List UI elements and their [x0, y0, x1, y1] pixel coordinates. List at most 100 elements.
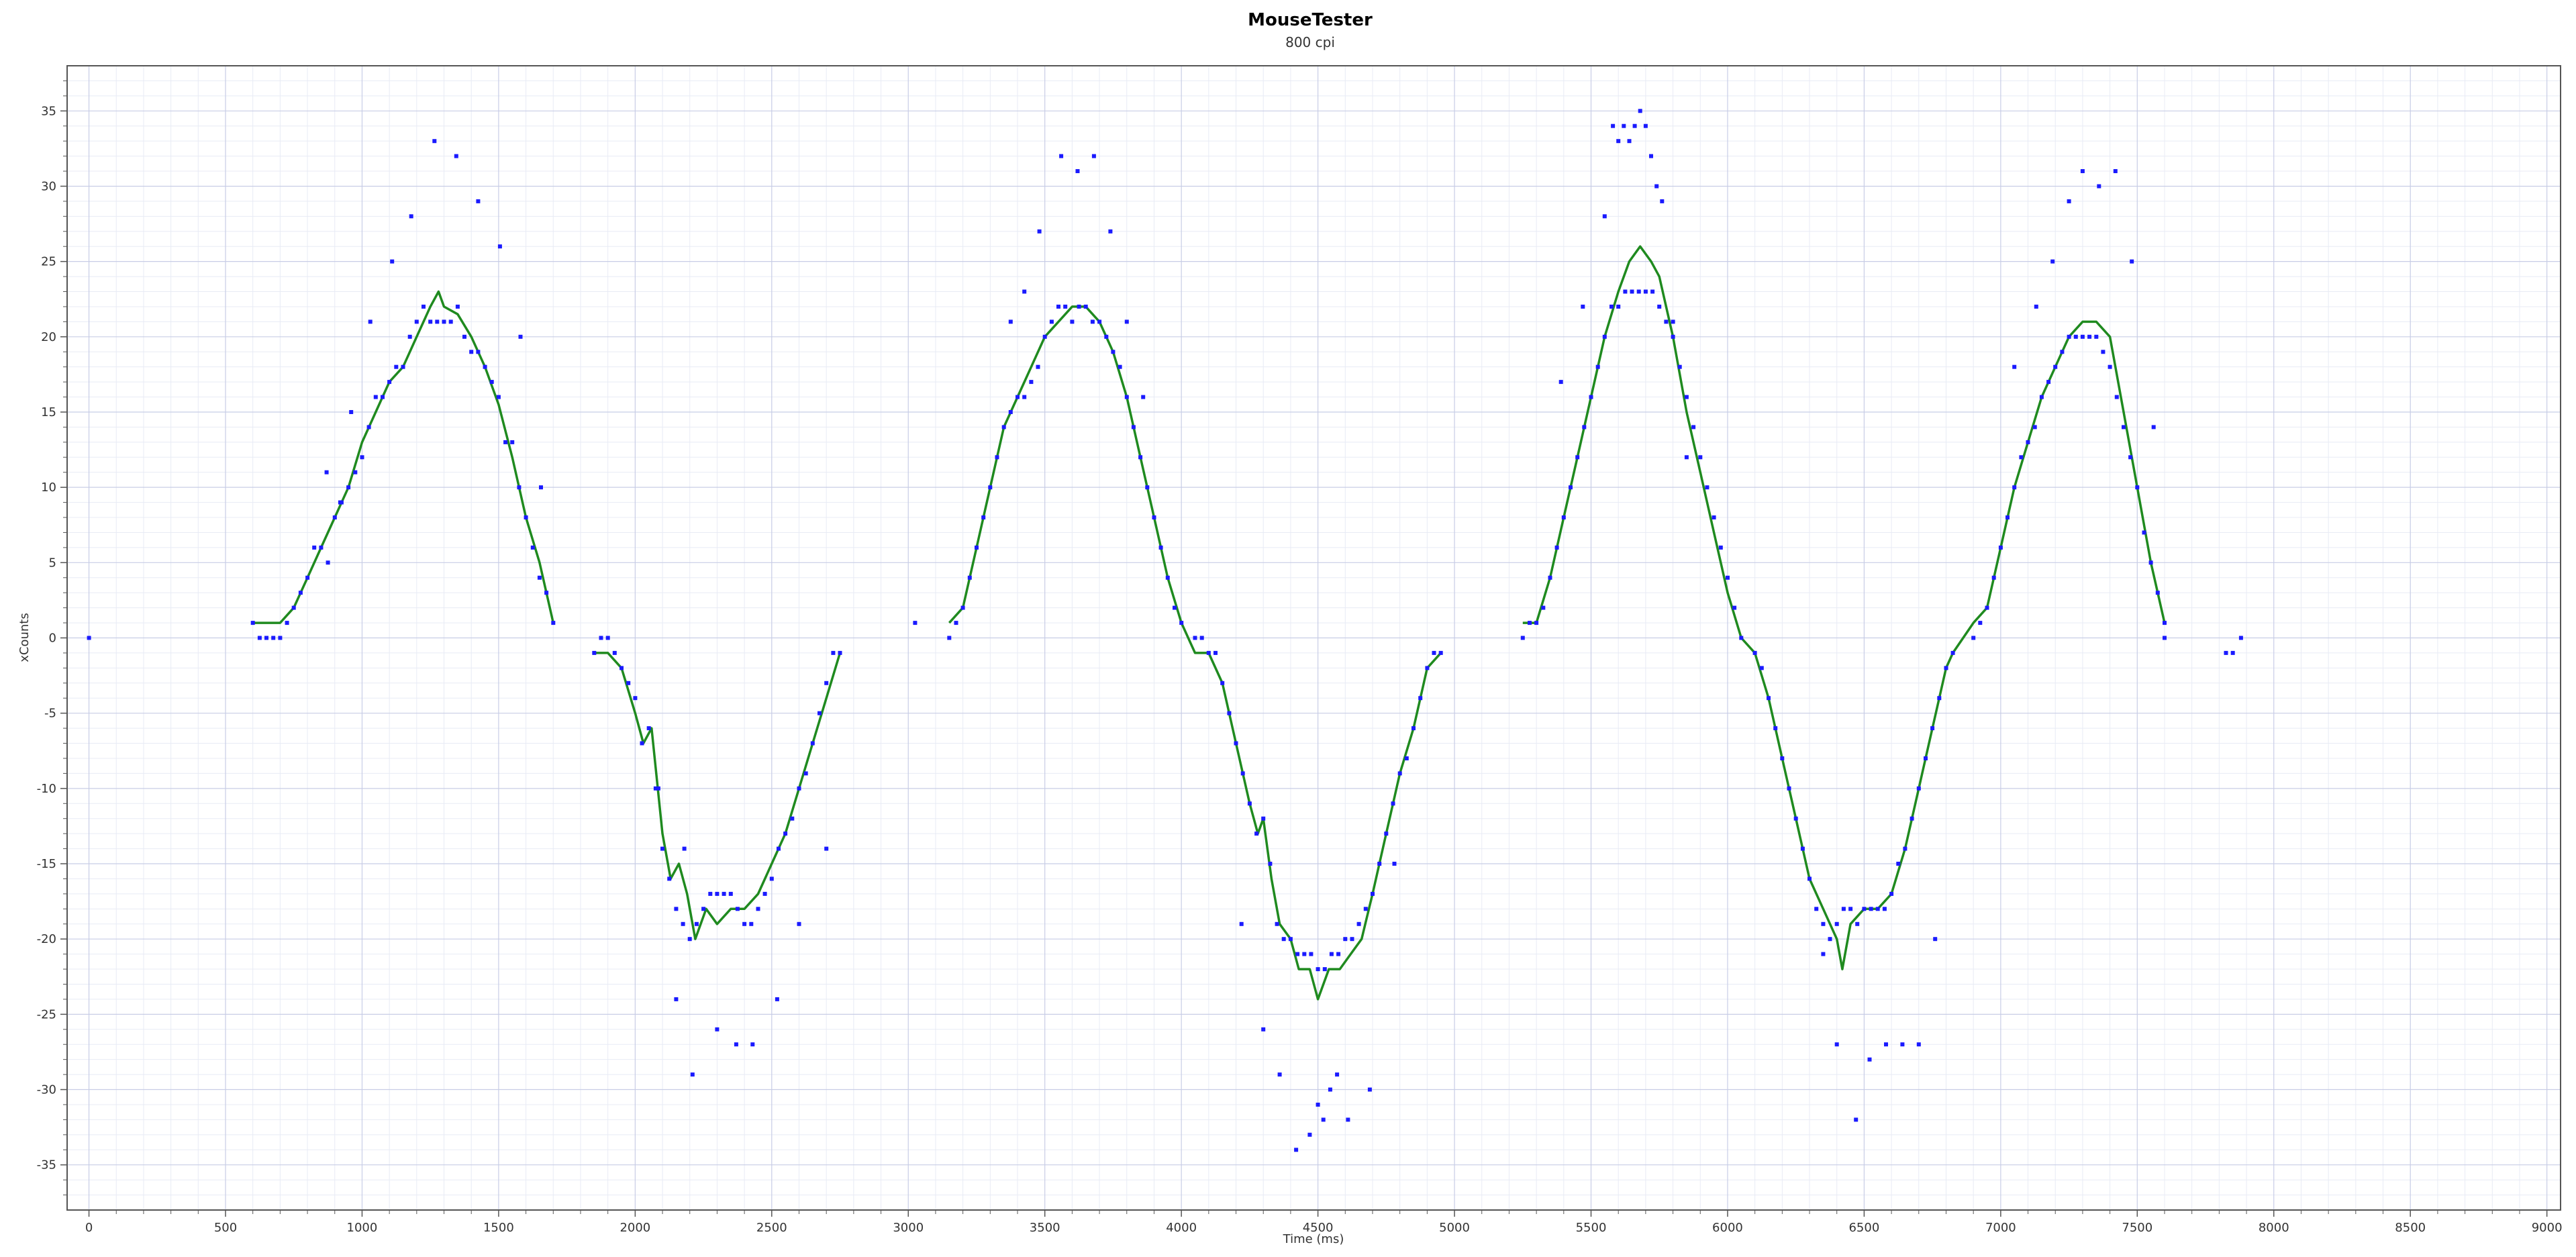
data-point — [2097, 184, 2101, 189]
x-tick-label: 500 — [214, 1221, 237, 1235]
data-point — [1042, 334, 1047, 339]
y-axis-label: xCounts — [17, 613, 32, 662]
data-point — [1425, 666, 1430, 670]
data-point — [995, 455, 999, 460]
data-point — [824, 846, 829, 851]
data-point — [1145, 485, 1150, 490]
data-point — [1404, 756, 1409, 760]
data-point — [1602, 214, 1607, 219]
data-point — [1534, 621, 1539, 625]
data-point — [2238, 636, 2243, 640]
data-point — [305, 575, 310, 580]
data-point — [2094, 334, 2099, 339]
data-point — [660, 846, 664, 851]
data-point — [1554, 545, 1559, 550]
data-point — [1632, 123, 1637, 128]
data-point — [735, 907, 740, 911]
axis-ticks: 0 500 1000 1500 2000 2500 3000 3500 4000 4500 5000… — [37, 80, 2563, 1235]
y-tick-label: 35 — [41, 104, 56, 118]
data-point — [1037, 229, 1042, 234]
y-tick-label: -25 — [37, 1007, 56, 1021]
data-point — [1321, 1117, 1326, 1122]
data-point — [2026, 440, 2030, 444]
y-tick-label: -20 — [37, 932, 56, 946]
data-point — [1307, 1132, 1312, 1137]
x-tick-label: 2500 — [756, 1221, 787, 1235]
data-point — [2151, 425, 2156, 430]
data-point — [2005, 515, 2010, 519]
data-point — [975, 545, 979, 550]
data-point — [620, 666, 624, 670]
data-point — [1712, 515, 1716, 519]
data-point — [1234, 741, 1238, 746]
data-point — [1671, 319, 1675, 324]
x-tick-label: 9000 — [2532, 1221, 2563, 1235]
data-point — [432, 139, 437, 144]
data-point — [1630, 289, 1634, 294]
x-tick-label: 5000 — [1439, 1221, 1470, 1235]
x-tick-label: 6500 — [1848, 1221, 1879, 1235]
data-point — [722, 891, 726, 896]
data-point — [1022, 395, 1027, 399]
x-tick-label: 0 — [85, 1221, 93, 1235]
data-point — [1124, 395, 1129, 399]
data-point — [1684, 395, 1689, 399]
data-point — [1277, 1072, 1282, 1077]
data-point — [346, 485, 351, 490]
data-point — [454, 154, 458, 158]
data-point — [503, 440, 508, 444]
data-point — [2101, 350, 2106, 354]
data-point — [1759, 666, 1764, 670]
data-point — [401, 364, 405, 369]
data-point — [332, 515, 337, 519]
data-point — [1363, 907, 1368, 911]
data-point — [783, 832, 788, 836]
data-point — [2050, 259, 2055, 264]
data-point — [1882, 907, 1887, 911]
data-point — [2039, 395, 2044, 399]
y-tick-label: 10 — [41, 481, 56, 495]
data-point — [824, 681, 829, 685]
data-point — [1015, 395, 1020, 399]
data-point — [769, 876, 774, 881]
data-point — [1869, 907, 1873, 911]
data-point — [326, 560, 330, 565]
data-point — [2163, 636, 2167, 640]
data-point — [1589, 395, 1593, 399]
x-tick-label: 8500 — [2395, 1221, 2426, 1235]
data-point — [1664, 319, 1669, 324]
data-point — [2034, 304, 2038, 309]
data-point — [1657, 304, 1662, 309]
data-point — [1281, 937, 1286, 942]
data-point — [1971, 636, 1976, 640]
data-point — [349, 410, 354, 414]
data-point — [1841, 907, 1846, 911]
data-point — [1001, 425, 1006, 430]
data-point — [749, 921, 754, 926]
data-point — [285, 621, 289, 625]
data-point — [1800, 846, 1805, 851]
data-point — [1124, 319, 1129, 324]
data-point — [1581, 304, 1585, 309]
data-point — [1036, 364, 1040, 369]
data-point — [2073, 334, 2078, 339]
data-point — [734, 1042, 738, 1047]
data-point — [455, 304, 460, 309]
data-point — [87, 636, 91, 640]
data-point — [1411, 726, 1416, 731]
data-point — [988, 485, 993, 490]
data-point — [1029, 380, 1034, 385]
data-point — [1627, 139, 1632, 144]
data-point — [1520, 636, 1525, 640]
data-point — [681, 921, 685, 926]
data-point — [1392, 862, 1397, 866]
x-axis-label: Time (ms) — [1283, 1232, 1344, 1246]
data-point — [954, 621, 958, 625]
data-point — [291, 605, 296, 610]
data-point — [1991, 575, 1996, 580]
data-point — [476, 350, 481, 354]
data-point — [1179, 621, 1184, 625]
data-point — [1438, 650, 1443, 655]
data-point — [381, 395, 385, 399]
data-point — [1104, 334, 1109, 339]
